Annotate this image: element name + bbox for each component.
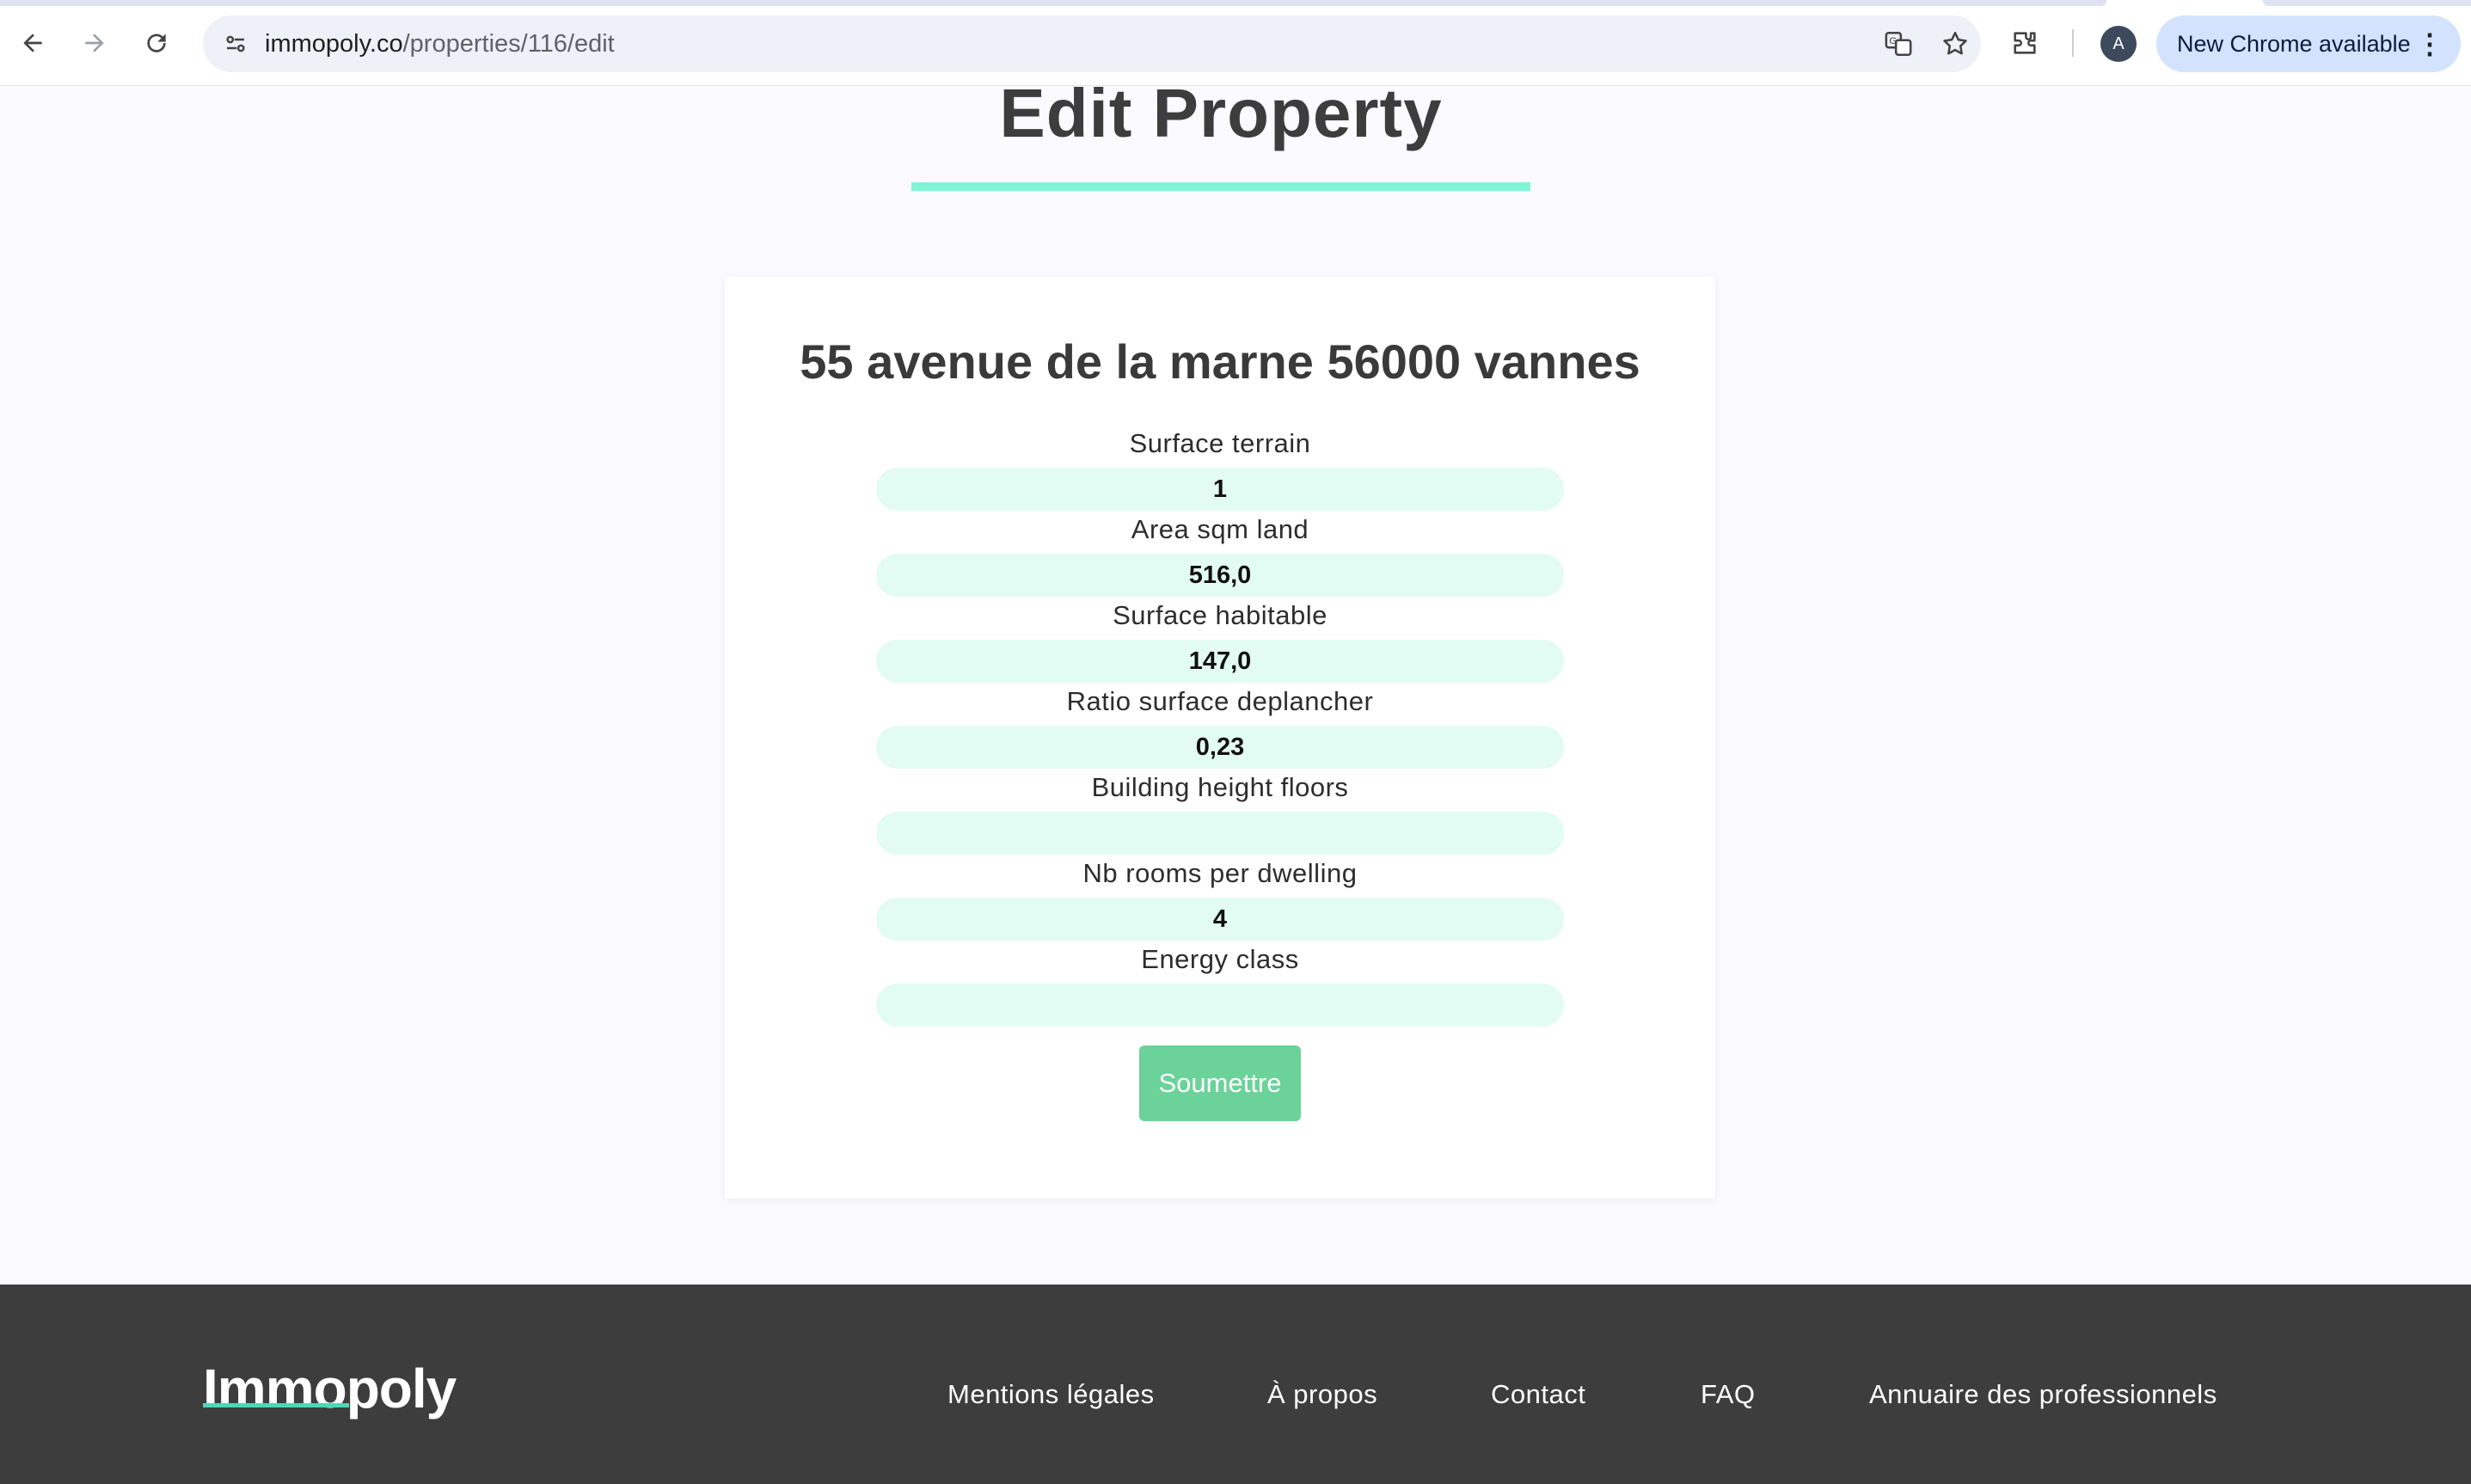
url-text[interactable]: immopoly.co/properties/116/edit <box>265 15 615 72</box>
building-height-floors-label: Building height floors <box>1091 772 1349 802</box>
tab-strip-edge-right <box>2263 0 2471 6</box>
footer-link-annuaire[interactable]: Annuaire des professionnels <box>1869 1379 2217 1410</box>
submit-button[interactable]: Soumettre <box>1139 1046 1301 1121</box>
nb-rooms-per-dwelling-input[interactable] <box>876 898 1564 941</box>
profile-avatar[interactable]: A <box>2100 26 2137 62</box>
footer-link-faq[interactable]: FAQ <box>1701 1379 1756 1410</box>
ratio-surface-deplancher-label: Ratio surface deplancher <box>1066 686 1374 716</box>
more-vert-icon[interactable]: ⋮ <box>2416 15 2443 72</box>
forward-arrow-icon[interactable] <box>72 21 117 65</box>
edit-property-form: 55 avenue de la marne 56000 vannes Surfa… <box>725 277 1715 1199</box>
translate-icon[interactable]: G <box>1878 23 1919 64</box>
surface-terrain-label: Surface terrain <box>1129 428 1311 458</box>
surface-habitable-input[interactable] <box>876 640 1564 683</box>
title-underline <box>911 182 1530 191</box>
back-arrow-icon[interactable] <box>10 21 55 65</box>
ratio-surface-deplancher-input[interactable] <box>876 726 1564 769</box>
nb-rooms-per-dwelling-label: Nb rooms per dwelling <box>1082 858 1358 888</box>
svg-text:G: G <box>1889 36 1897 46</box>
energy-class-label: Energy class <box>1141 944 1299 974</box>
logo-underline <box>203 1403 349 1407</box>
url-host: immopoly.co <box>265 30 403 58</box>
toolbar-separator <box>2072 29 2074 57</box>
url-path: /properties/116/edit <box>402 30 615 58</box>
tab-strip-edge <box>0 0 2106 6</box>
reload-icon[interactable] <box>134 21 179 65</box>
extensions-icon[interactable] <box>2004 22 2045 64</box>
footer-link-a-propos[interactable]: À propos <box>1267 1379 1377 1410</box>
address-bar[interactable]: immopoly.co/properties/116/edit G <box>203 15 1981 72</box>
footer-link-mentions-legales[interactable]: Mentions légales <box>947 1379 1155 1410</box>
building-height-floors-input[interactable] <box>876 812 1564 855</box>
energy-class-input[interactable] <box>876 984 1564 1027</box>
new-chrome-available-button[interactable]: New Chrome available ⋮ <box>2156 15 2461 72</box>
star-icon[interactable] <box>1934 23 1976 64</box>
footer-link-contact[interactable]: Contact <box>1491 1379 1585 1410</box>
site-info-icon[interactable] <box>215 23 256 64</box>
update-label: New Chrome available <box>2177 31 2411 57</box>
page-title: Edit Property <box>999 75 1443 151</box>
area-sqm-land-label: Area sqm land <box>1131 514 1309 544</box>
browser-toolbar: immopoly.co/properties/116/edit G A New … <box>0 0 2471 86</box>
site-footer: Immopoly Mentions légales À propos Conta… <box>0 1285 2471 1484</box>
area-sqm-land-input[interactable] <box>876 554 1564 597</box>
surface-terrain-input[interactable] <box>876 468 1564 511</box>
property-address: 55 avenue de la marne 56000 vannes <box>800 334 1640 389</box>
surface-habitable-label: Surface habitable <box>1113 600 1327 630</box>
immopoly-logo[interactable]: Immopoly <box>203 1357 457 1420</box>
